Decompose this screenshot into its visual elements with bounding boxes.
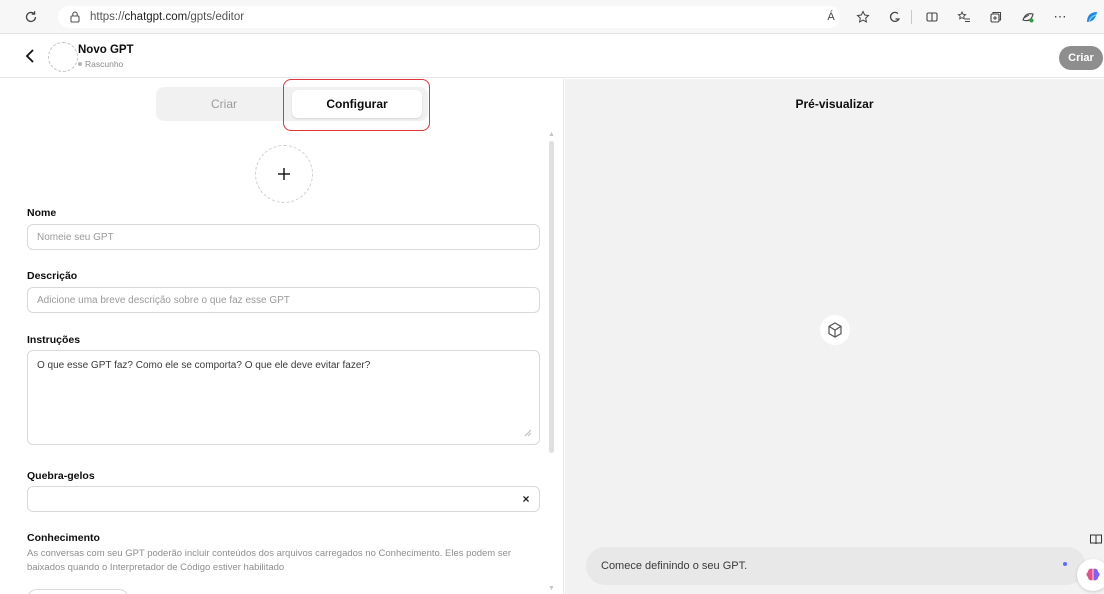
more-menu-icon[interactable]: ⋯ [1046, 6, 1074, 28]
preview-message-placeholder: Comece definindo o seu GPT. [601, 560, 748, 572]
preview-title: Pré-visualizar [795, 97, 874, 111]
resize-handle-icon[interactable] [523, 428, 533, 438]
browser-toolbar: https://chatgpt.com/gpts/editor Á ⋯ [0, 0, 1104, 34]
name-input[interactable]: Nomeie seu GPT [27, 224, 540, 250]
address-bar[interactable]: https://chatgpt.com/gpts/editor [58, 6, 840, 28]
lock-icon [70, 11, 80, 23]
back-arrow-icon[interactable] [22, 47, 40, 65]
configure-panel: Criar Configurar Nome Nomeie seu GPT Des… [0, 79, 564, 594]
tab-highlight-annotation [283, 79, 430, 131]
scrollbar-thumb[interactable] [549, 141, 554, 453]
url-host: chatgpt.com [124, 11, 188, 23]
icebreakers-label: Quebra-gelos [27, 470, 95, 482]
description-label: Descrição [27, 270, 78, 282]
input-indicator-dot [1063, 562, 1067, 566]
scroll-down-arrow-icon[interactable]: ▼ [548, 585, 555, 592]
copilot-extension-icon[interactable] [881, 6, 909, 28]
brain-extension-icon[interactable] [1077, 559, 1104, 591]
description-input[interactable]: Adicione uma breve descrição sobre o que… [27, 287, 540, 313]
gpt-name-title: Novo GPT [78, 44, 134, 56]
favorites-list-icon[interactable] [950, 6, 978, 28]
knowledge-help-text: As conversas com seu GPT poderão incluir… [27, 548, 512, 573]
avatar-upload-button[interactable] [255, 145, 313, 203]
browser-essentials-icon[interactable] [1014, 6, 1042, 28]
url-prefix: https:// [90, 11, 125, 23]
description-placeholder: Adicione uma breve descrição sobre o que… [37, 294, 290, 306]
preview-message-input[interactable]: Comece definindo o seu GPT. [586, 547, 1086, 585]
name-placeholder: Nomeie seu GPT [37, 231, 114, 243]
upload-files-button[interactable] [27, 589, 129, 594]
gpt-cube-icon [820, 315, 850, 345]
plus-icon [278, 168, 290, 180]
reader-view-icon[interactable] [1085, 528, 1104, 550]
status-label: Rascunho [85, 59, 124, 69]
tab-criar[interactable]: Criar [159, 90, 289, 118]
favorite-star-icon[interactable] [849, 6, 877, 28]
split-screen-icon[interactable] [918, 6, 946, 28]
read-aloud-icon[interactable]: Á [817, 6, 845, 28]
icebreaker-input[interactable]: × [27, 486, 540, 512]
more-menu-label: ⋯ [1053, 9, 1067, 24]
instructions-placeholder: O que esse GPT faz? Como ele se comporta… [37, 360, 371, 371]
browser-icons: Á ⋯ [813, 0, 1104, 34]
url-path: /gpts/editor [187, 11, 245, 23]
gpt-status: Rascunho [78, 59, 123, 69]
gpt-avatar-placeholder [48, 42, 78, 72]
preview-panel: Pré-visualizar Comece definindo o seu GP… [565, 79, 1104, 594]
collections-icon[interactable] [982, 6, 1010, 28]
name-label: Nome [27, 207, 57, 219]
knowledge-label: Conhecimento [27, 532, 100, 544]
create-gpt-button[interactable]: Criar [1059, 46, 1103, 70]
copilot-icon[interactable] [1078, 6, 1104, 28]
read-aloud-label: Á [827, 11, 835, 23]
scroll-up-arrow-icon[interactable]: ▲ [548, 131, 555, 138]
reload-icon[interactable] [20, 6, 42, 28]
instructions-label: Instruções [27, 334, 81, 346]
status-dot-icon [78, 62, 82, 66]
icebreaker-clear-button[interactable]: × [513, 487, 539, 511]
gpt-editor-header: Novo GPT Rascunho Criar [0, 34, 1104, 78]
instructions-textarea[interactable]: O que esse GPT faz? Como ele se comporta… [27, 350, 540, 445]
toolbar-separator [911, 10, 912, 24]
